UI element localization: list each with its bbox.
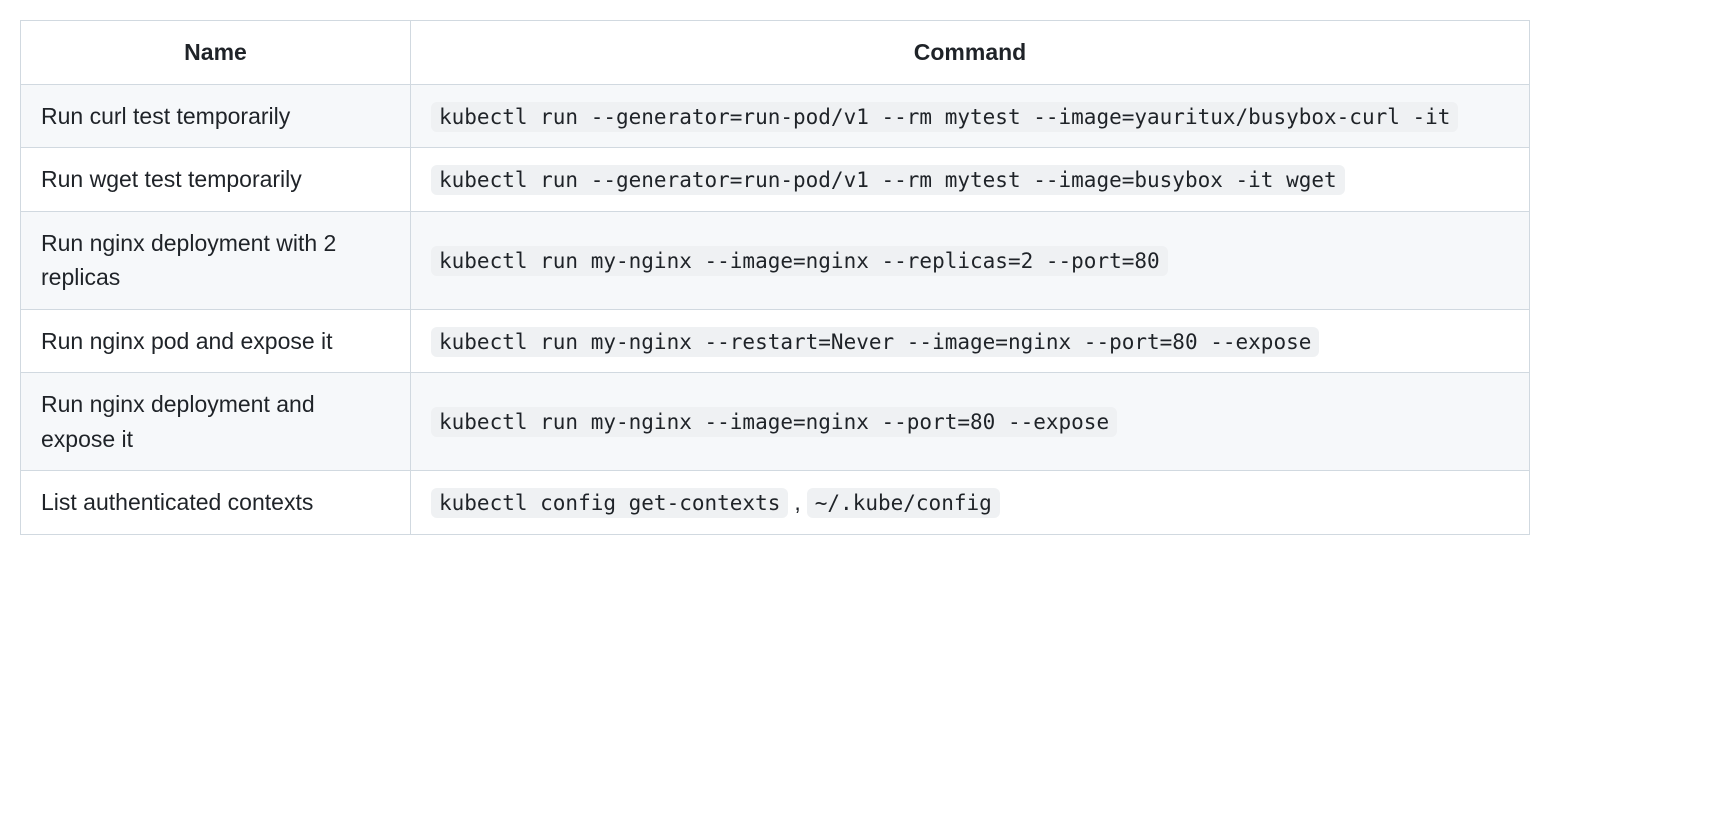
command-cell: kubectl run my-nginx --restart=Never --i… xyxy=(411,309,1530,373)
table-row: Run nginx pod and expose it kubectl run … xyxy=(21,309,1530,373)
commands-table: Name Command Run curl test temporarily k… xyxy=(20,20,1530,535)
table-row: Run wget test temporarily kubectl run --… xyxy=(21,148,1530,212)
command-code: kubectl config get-contexts xyxy=(431,488,788,518)
name-cell: Run wget test temporarily xyxy=(21,148,411,212)
command-code: kubectl run my-nginx --image=nginx --rep… xyxy=(431,246,1168,276)
header-name: Name xyxy=(21,21,411,85)
command-separator: , xyxy=(788,489,806,515)
command-code: ~/.kube/config xyxy=(807,488,1000,518)
name-cell: List authenticated contexts xyxy=(21,471,411,535)
table-row: Run nginx deployment and expose it kubec… xyxy=(21,373,1530,471)
command-cell: kubectl run my-nginx --image=nginx --por… xyxy=(411,373,1530,471)
command-code: kubectl run my-nginx --image=nginx --por… xyxy=(431,407,1117,437)
command-code: kubectl run --generator=run-pod/v1 --rm … xyxy=(431,165,1345,195)
command-code: kubectl run --generator=run-pod/v1 --rm … xyxy=(431,102,1458,132)
name-cell: Run curl test temporarily xyxy=(21,84,411,148)
table-row: Run curl test temporarily kubectl run --… xyxy=(21,84,1530,148)
header-command: Command xyxy=(411,21,1530,85)
name-cell: Run nginx pod and expose it xyxy=(21,309,411,373)
table-header-row: Name Command xyxy=(21,21,1530,85)
name-cell: Run nginx deployment with 2 replicas xyxy=(21,211,411,309)
command-cell: kubectl run --generator=run-pod/v1 --rm … xyxy=(411,84,1530,148)
command-cell: kubectl run --generator=run-pod/v1 --rm … xyxy=(411,148,1530,212)
table-row: List authenticated contexts kubectl conf… xyxy=(21,471,1530,535)
command-cell: kubectl config get-contexts,~/.kube/conf… xyxy=(411,471,1530,535)
table-row: Run nginx deployment with 2 replicas kub… xyxy=(21,211,1530,309)
command-code: kubectl run my-nginx --restart=Never --i… xyxy=(431,327,1319,357)
command-cell: kubectl run my-nginx --image=nginx --rep… xyxy=(411,211,1530,309)
name-cell: Run nginx deployment and expose it xyxy=(21,373,411,471)
